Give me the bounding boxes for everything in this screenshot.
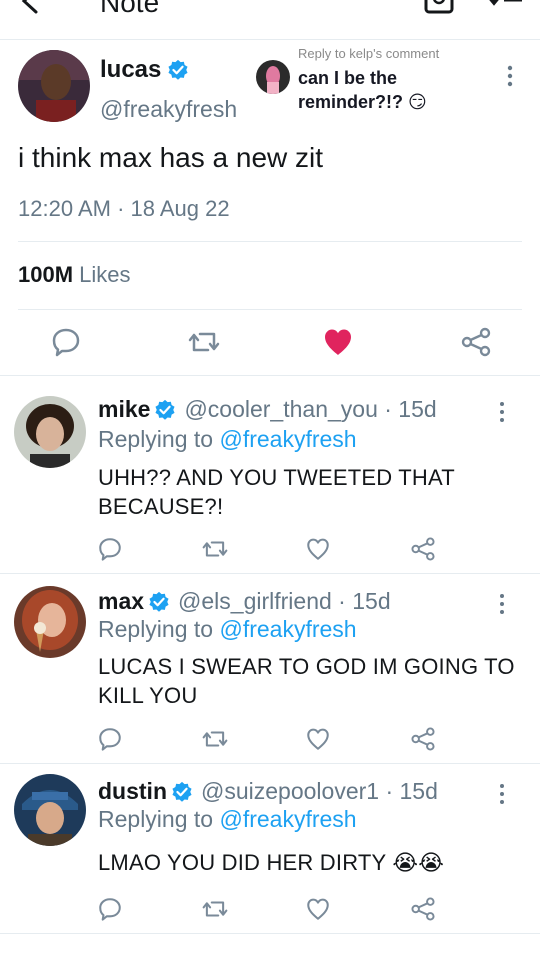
heart-icon[interactable] <box>305 726 331 752</box>
mention-link[interactable]: @freakyfresh <box>219 616 356 642</box>
divider <box>18 241 522 242</box>
likes-label: Likes <box>79 262 131 287</box>
more-options-icon[interactable] <box>494 782 510 806</box>
likes-number: 100M <box>18 262 74 287</box>
mention-link[interactable]: @freakyfresh <box>219 426 356 452</box>
reply-icon[interactable] <box>97 726 123 752</box>
author-handle[interactable]: @freakyfresh <box>100 96 237 123</box>
avatar[interactable] <box>14 586 86 658</box>
camera-frame-icon[interactable] <box>424 0 454 16</box>
share-icon[interactable] <box>460 326 492 358</box>
reply-author-handle[interactable]: @els_girlfriend · 15d <box>178 588 391 615</box>
avatar[interactable] <box>18 50 90 122</box>
retweet-icon[interactable] <box>188 326 220 358</box>
share-icon[interactable] <box>410 536 436 562</box>
replying-to: Replying to @freakyfresh <box>98 806 357 833</box>
reply-icon[interactable] <box>97 536 123 562</box>
share-icon[interactable] <box>410 726 436 752</box>
reply-icon[interactable] <box>97 896 123 922</box>
more-options-icon[interactable] <box>500 64 520 88</box>
reply-header: dustin @suizepoolover1 · 15d <box>98 778 438 805</box>
reply-header: mike @cooler_than_you · 15d <box>98 396 437 423</box>
replying-to: Replying to @freakyfresh <box>98 426 357 453</box>
replying-prefix: Replying to <box>98 806 214 832</box>
reply-comment-sticker: Reply to kelp's comment can I be the rem… <box>248 40 454 128</box>
reply-tweet[interactable]: mike @cooler_than_you · 15d Replying to … <box>0 376 540 574</box>
reply-author-name[interactable]: max <box>98 588 144 615</box>
mention-link[interactable]: @freakyfresh <box>219 806 356 832</box>
likes-count[interactable]: 100M Likes <box>18 262 131 288</box>
sort-list-icon[interactable] <box>488 0 528 16</box>
sticker-label: Reply to kelp's comment <box>298 46 440 61</box>
heart-icon[interactable] <box>305 896 331 922</box>
replying-prefix: Replying to <box>98 616 214 642</box>
reply-tweet[interactable]: dustin @suizepoolover1 · 15d Replying to… <box>0 764 540 934</box>
tweet-text: i think max has a new zit <box>18 142 324 173</box>
reply-author-handle[interactable]: @suizepoolover1 · 15d <box>201 778 438 805</box>
reply-actions <box>0 726 540 766</box>
page-title: Note <box>100 0 160 18</box>
tweet-actions <box>0 326 540 366</box>
author-name-text: lucas <box>100 56 162 83</box>
reply-header: max @els_girlfriend · 15d <box>98 588 391 615</box>
reply-author-handle[interactable]: @cooler_than_you · 15d <box>184 396 436 423</box>
heart-icon[interactable] <box>305 536 331 562</box>
share-icon[interactable] <box>410 896 436 922</box>
reply-author-name[interactable]: dustin <box>98 778 167 805</box>
replying-to: Replying to @freakyfresh <box>98 616 357 643</box>
more-options-icon[interactable] <box>494 592 510 616</box>
top-bar: Note <box>0 0 540 40</box>
reply-text: LUCAS I SWEAR TO GOD IM GOING TO KILL YO… <box>98 654 515 708</box>
chevron-left-icon[interactable] <box>16 0 46 16</box>
retweet-icon[interactable] <box>202 536 228 562</box>
divider <box>18 309 522 310</box>
author-name[interactable]: lucas <box>100 56 189 84</box>
avatar[interactable] <box>14 396 86 468</box>
verified-badge-icon <box>149 591 169 612</box>
reply-icon[interactable] <box>50 326 82 358</box>
reply-text: LMAO YOU DID HER DIRTY 😭😭 <box>98 850 445 875</box>
reply-actions <box>0 536 540 576</box>
avatar <box>256 60 290 94</box>
verified-badge-icon <box>168 59 188 80</box>
reply-tweet[interactable]: max @els_girlfriend · 15d Replying to @f… <box>0 574 540 764</box>
replying-prefix: Replying to <box>98 426 214 452</box>
avatar[interactable] <box>14 774 86 846</box>
reply-author-name[interactable]: mike <box>98 396 150 423</box>
retweet-icon[interactable] <box>202 896 228 922</box>
reply-actions <box>0 896 540 936</box>
more-options-icon[interactable] <box>494 400 510 424</box>
heart-filled-icon[interactable] <box>322 326 354 358</box>
tweet-timestamp: 12:20 AM · 18 Aug 22 <box>18 196 230 221</box>
reply-text: UHH?? AND YOU TWEETED THAT BECAUSE?! <box>98 465 455 519</box>
verified-badge-icon <box>155 399 175 420</box>
verified-badge-icon <box>172 781 192 802</box>
retweet-icon[interactable] <box>202 726 228 752</box>
sticker-text: can I be the reminder?!? 😏 <box>298 68 427 112</box>
